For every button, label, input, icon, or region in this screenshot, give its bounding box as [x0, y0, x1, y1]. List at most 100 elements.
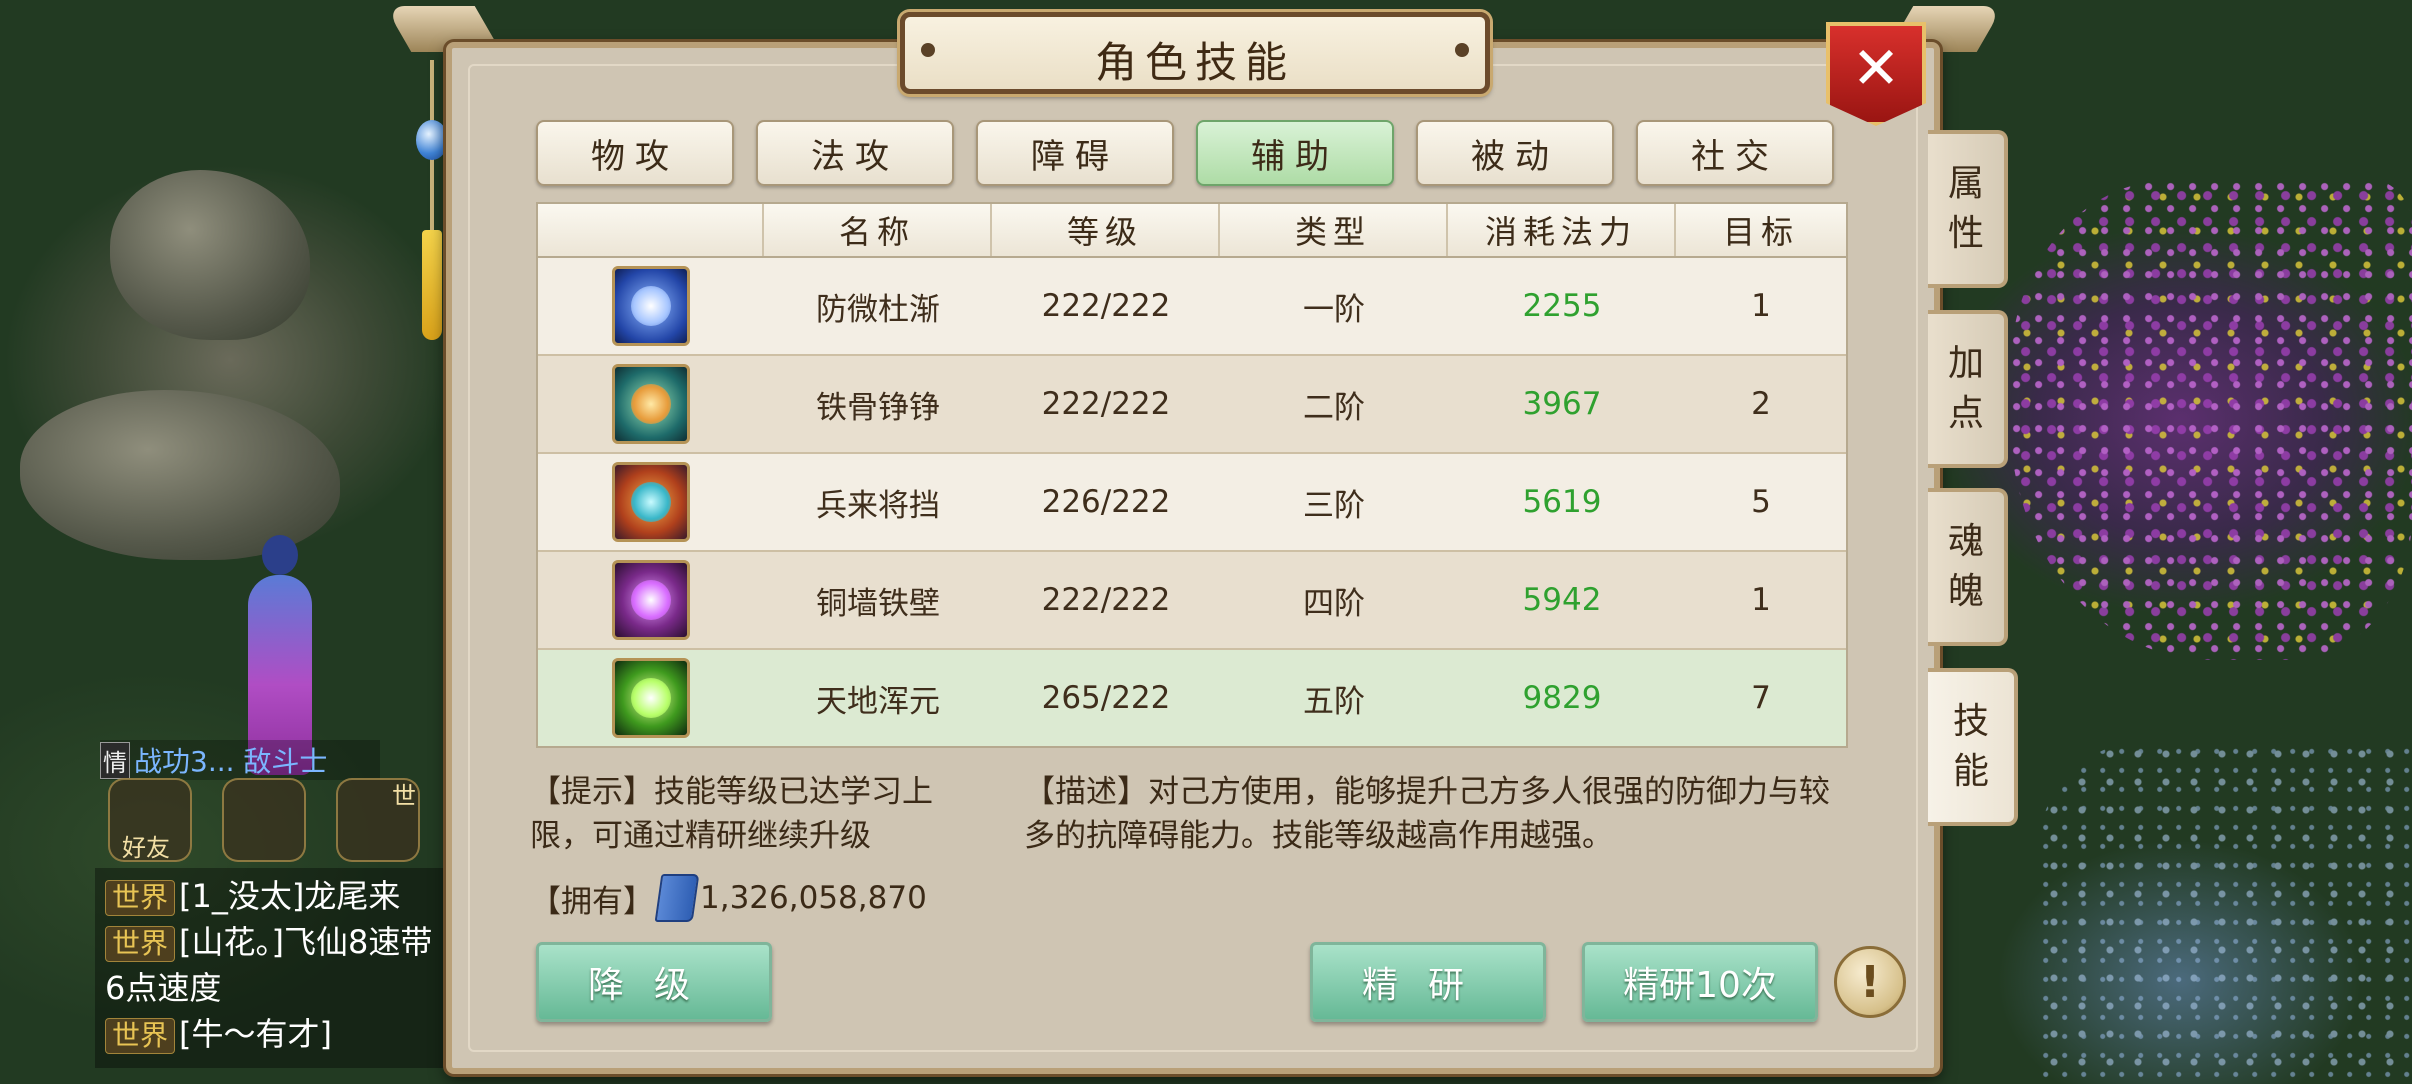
skill-level: 222/222: [1041, 582, 1171, 618]
chat-channel-tag: 世界: [105, 926, 176, 962]
tab-social[interactable]: 社交: [1636, 120, 1834, 186]
chat-text: [山花。]飞仙8速带: [179, 923, 433, 961]
icon-glow: [631, 678, 671, 718]
side-tab-attributes[interactable]: 属性: [1928, 130, 2008, 288]
icon-cell: [538, 258, 764, 354]
table-row-selected[interactable]: 天地浑元 265/222 五阶 9829 7: [538, 650, 1846, 746]
flower-bed: [2010, 180, 2412, 660]
team-tag: 情: [100, 742, 130, 779]
skill-target: 7: [1751, 680, 1771, 716]
skill-target: 1: [1751, 288, 1771, 324]
chat-channel-tag: 世界: [105, 880, 176, 916]
header-icon: [538, 204, 764, 256]
tab-magic-attack[interactable]: 法攻: [756, 120, 954, 186]
owned-resource: 【拥有】 1,326,058,870: [530, 872, 927, 924]
green-burst-icon: [612, 658, 690, 738]
character-head: [262, 535, 298, 575]
window-title: 角色技能: [1094, 38, 1295, 87]
chat-channel-tag: 世界: [105, 1018, 176, 1054]
refine-10x-button[interactable]: 精研10次: [1582, 942, 1818, 1022]
chat-line: 6点速度: [105, 968, 445, 1008]
info-icon[interactable]: !: [1834, 946, 1906, 1018]
owned-value: 1,326,058,870: [700, 880, 927, 916]
rock: [110, 170, 310, 340]
icon-glow: [631, 384, 671, 424]
description-text: 【描述】对己方使用，能够提升己方多人很强的防御力与较多的抗障碍能力。技能等级越高…: [1024, 774, 1830, 854]
side-tab-label: 技能: [1952, 701, 1989, 792]
side-tab-soul[interactable]: 魂魄: [1928, 488, 2008, 646]
skill-name: 铜墙铁壁: [816, 585, 940, 622]
icon-cell: [538, 552, 764, 648]
category-tabs: 物攻 法攻 障碍 辅助 被动 社交: [536, 120, 1844, 186]
table-row[interactable]: 铜墙铁壁 222/222 四阶 5942 1: [538, 552, 1846, 650]
icon-cell: [538, 454, 764, 550]
flame-shield-icon: [612, 462, 690, 542]
header-name: 名称: [764, 204, 992, 256]
table-row[interactable]: 兵来将挡 226/222 三阶 5619 5: [538, 454, 1846, 552]
skill-level: 222/222: [1041, 288, 1171, 324]
tab-physical-attack[interactable]: 物攻: [536, 120, 734, 186]
icon-glow: [631, 580, 671, 620]
chat-line: 世界 [1_没太]龙尾来: [105, 876, 445, 916]
skill-name: 天地浑元: [816, 683, 940, 720]
tab-support[interactable]: 辅助: [1196, 120, 1394, 186]
skill-type: 三阶: [1303, 487, 1365, 524]
blue-hand-icon: [612, 266, 690, 346]
skill-name: 防微杜渐: [816, 291, 940, 328]
player-character[interactable]: [230, 535, 330, 775]
side-tab-skills[interactable]: 技能: [1928, 668, 2018, 826]
table-row[interactable]: 铁骨铮铮 222/222 二阶 3967 2: [538, 356, 1846, 454]
header-level: 等级: [992, 204, 1220, 256]
skill-book-icon: [654, 874, 700, 922]
tab-passive[interactable]: 被动: [1416, 120, 1614, 186]
side-tab-label: 魂魄: [1947, 521, 1984, 612]
header-mp-cost: 消耗法力: [1448, 204, 1676, 256]
side-tab-label: 属性: [1947, 163, 1984, 254]
green-fist-icon: [612, 364, 690, 444]
pendant-tassel: [422, 230, 442, 340]
skill-type: 五阶: [1303, 683, 1365, 720]
skill-mp-cost: 2255: [1522, 288, 1602, 324]
chat-text: [牛～有才]: [179, 1015, 332, 1053]
icon-cell: [538, 650, 764, 746]
pendant-orb: [416, 120, 448, 160]
owned-label: 【拥有】: [530, 883, 654, 920]
header-type: 类型: [1220, 204, 1448, 256]
table-row[interactable]: 防微杜渐 222/222 一阶 2255 1: [538, 258, 1846, 356]
skill-type: 一阶: [1303, 291, 1365, 328]
skill-target: 2: [1751, 386, 1771, 422]
chat-bubble-icon[interactable]: [222, 778, 306, 862]
mic-world-tag: 世: [392, 782, 416, 810]
downgrade-button[interactable]: 降级: [536, 942, 772, 1022]
skill-name: 兵来将挡: [816, 487, 940, 524]
skill-type: 二阶: [1303, 389, 1365, 426]
team-text: 战功3... 敌斗士: [134, 745, 328, 778]
hint-text: 【提示】技能等级已达学习上限，可通过精研继续升级: [530, 774, 933, 854]
table-header: 名称 等级 类型 消耗法力 目标: [538, 204, 1846, 258]
skill-mp-cost: 5942: [1522, 582, 1602, 618]
chat-text: [1_没太]龙尾来: [179, 877, 401, 915]
skill-name: 铁骨铮铮: [816, 389, 940, 426]
friends-label: 好友: [122, 834, 170, 862]
skill-level: 265/222: [1041, 680, 1171, 716]
side-tab-label: 加点: [1947, 343, 1984, 434]
skill-target: 5: [1751, 484, 1771, 520]
close-icon: ✕: [1851, 34, 1901, 102]
team-line[interactable]: 情战功3... 敌斗士: [100, 740, 380, 780]
icon-glow: [631, 286, 671, 326]
title-plaque: 角色技能: [900, 12, 1490, 94]
skill-level: 226/222: [1041, 484, 1171, 520]
refine-button[interactable]: 精研: [1310, 942, 1546, 1022]
skill-table: 名称 等级 类型 消耗法力 目标 防微杜渐 222/222 一阶 2255 1 …: [536, 202, 1848, 748]
skill-mp-cost: 9829: [1522, 680, 1602, 716]
chat-text: 6点速度: [105, 969, 222, 1007]
flower-bed-blue: [2040, 740, 2412, 1084]
side-tab-points[interactable]: 加点: [1928, 310, 2008, 468]
icon-cell: [538, 356, 764, 452]
skill-mp-cost: 3967: [1522, 386, 1602, 422]
skill-target: 1: [1751, 582, 1771, 618]
tab-obstruct[interactable]: 障碍: [976, 120, 1174, 186]
skill-type: 四阶: [1303, 585, 1365, 622]
purple-orb-icon: [612, 560, 690, 640]
skill-level: 222/222: [1041, 386, 1171, 422]
